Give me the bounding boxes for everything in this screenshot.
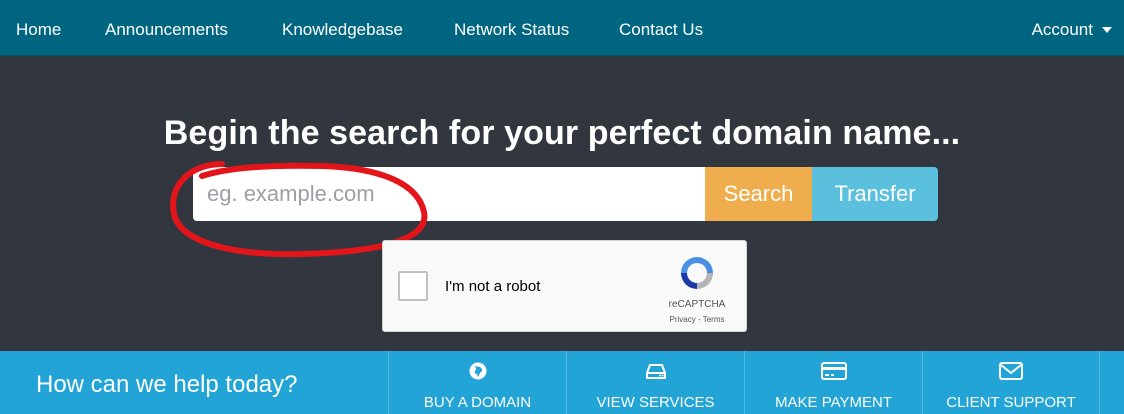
- view-services-button[interactable]: VIEW SERVICES: [566, 351, 744, 414]
- make-payment-label: MAKE PAYMENT: [775, 394, 892, 411]
- nav-home-link[interactable]: Home: [16, 0, 61, 56]
- search-button[interactable]: Search: [705, 167, 812, 221]
- hero-section: Begin the search for your perfect domain…: [0, 56, 1124, 351]
- caret-down-icon: [1102, 26, 1112, 33]
- buy-domain-button[interactable]: BUY A DOMAIN: [388, 351, 566, 414]
- transfer-button[interactable]: Transfer: [812, 167, 938, 221]
- account-label: Account: [1031, 20, 1093, 39]
- view-services-label: VIEW SERVICES: [596, 394, 715, 411]
- make-payment-button[interactable]: MAKE PAYMENT: [744, 351, 922, 414]
- nav-network-status-link[interactable]: Network Status: [454, 0, 569, 56]
- recaptcha-checkbox[interactable]: [398, 271, 428, 301]
- account-dropdown[interactable]: Account: [1032, 0, 1112, 56]
- nav-announcements-link[interactable]: Announcements: [105, 0, 228, 56]
- help-heading: How can we help today?: [36, 371, 298, 398]
- recaptcha-brand: reCAPTCHA: [668, 299, 726, 310]
- client-support-label: CLIENT SUPPORT: [946, 394, 1076, 411]
- domain-search-input[interactable]: [193, 167, 705, 221]
- recaptcha-label: I'm not a robot: [445, 278, 541, 295]
- help-bar: How can we help today? BUY A DOMAIN VIEW…: [0, 351, 1124, 414]
- client-support-button[interactable]: CLIENT SUPPORT: [922, 351, 1100, 414]
- credit-card-icon: [745, 361, 922, 383]
- hero-title: Begin the search for your perfect domain…: [163, 114, 961, 152]
- envelope-icon: [923, 361, 1099, 383]
- buy-domain-label: BUY A DOMAIN: [423, 394, 532, 411]
- top-navbar: Home Announcements Knowledgebase Network…: [0, 0, 1124, 56]
- globe-icon: [389, 361, 566, 383]
- recaptcha-privacy-terms[interactable]: Privacy - Terms: [655, 315, 739, 324]
- recaptcha-logo-icon: [681, 257, 713, 289]
- nav-knowledgebase-link[interactable]: Knowledgebase: [282, 0, 403, 56]
- hdd-icon: [567, 361, 744, 383]
- nav-contact-us-link[interactable]: Contact Us: [619, 0, 703, 56]
- recaptcha-widget: I'm not a robot reCAPTCHA Privacy - Term…: [382, 240, 747, 332]
